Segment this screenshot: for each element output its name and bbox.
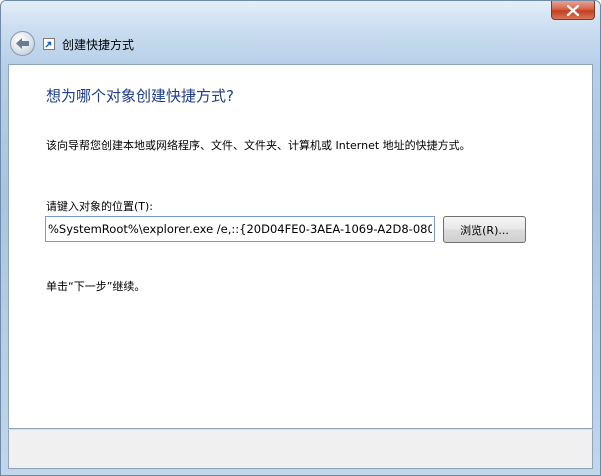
wizard-content-panel: 想为哪个对象创建快捷方式? 该向导帮您创建本地或网络程序、文件、文件夹、计算机或…	[8, 64, 593, 429]
shortcut-wizard-window: 创建快捷方式 想为哪个对象创建快捷方式? 该向导帮您创建本地或网络程序、文件、文…	[0, 0, 601, 476]
close-button[interactable]	[551, 1, 595, 20]
back-button[interactable]	[10, 31, 35, 56]
location-input[interactable]	[45, 216, 435, 242]
close-icon	[566, 4, 580, 16]
back-arrow-icon	[16, 38, 29, 49]
window-title: 创建快捷方式	[62, 38, 135, 52]
page-description: 该向导帮您创建本地或网络程序、文件、文件夹、计算机或 Internet 地址的快…	[46, 139, 471, 152]
page-heading: 想为哪个对象创建快捷方式?	[46, 87, 234, 105]
wizard-footer	[8, 429, 593, 469]
browse-button[interactable]: 浏览(R)...	[443, 216, 526, 243]
shortcut-wizard-icon	[42, 37, 56, 51]
title-bar: 创建快捷方式	[1, 1, 600, 63]
location-label: 请键入对象的位置(T):	[46, 200, 154, 213]
next-step-hint: 单击“下一步”继续。	[46, 280, 146, 293]
